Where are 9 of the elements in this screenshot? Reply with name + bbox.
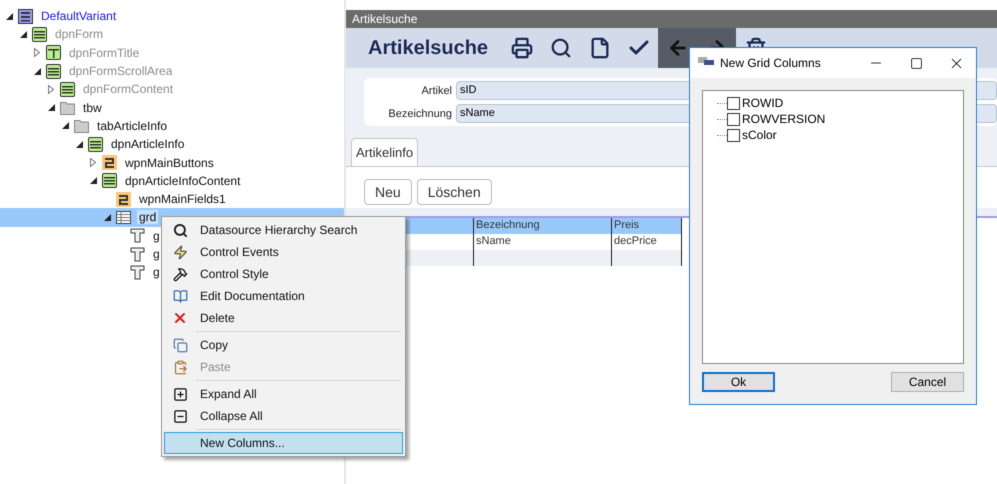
dialog-title: New Grid Columns bbox=[720, 56, 822, 70]
column-header: Preis bbox=[612, 218, 682, 234]
column-header: Bezeichnung bbox=[474, 218, 612, 234]
window-title: Artikelsuche bbox=[346, 10, 997, 28]
table-cell: sName bbox=[474, 234, 612, 250]
field-label: Bezeichnung bbox=[387, 108, 453, 120]
table-cell: decPrice bbox=[612, 234, 682, 250]
page-heading: Artikelsuche bbox=[368, 36, 488, 60]
field-label: Artikel bbox=[420, 84, 453, 96]
